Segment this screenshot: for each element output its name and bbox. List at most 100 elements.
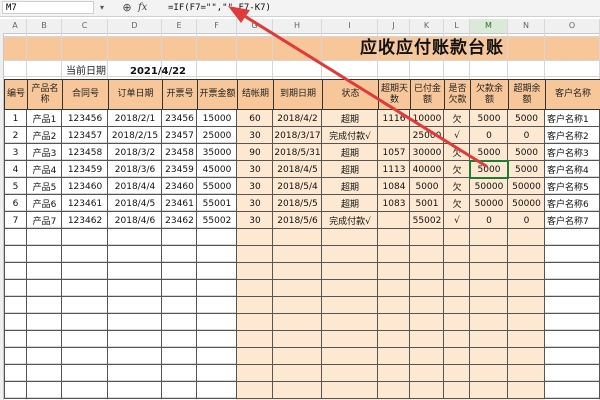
table-cell[interactable]: 23458 (162, 144, 197, 161)
table-cell[interactable]: 55000 (197, 178, 237, 195)
table-cell[interactable]: 4 (4, 161, 27, 178)
column-header-g[interactable]: G (237, 19, 273, 33)
grid-cell[interactable] (237, 37, 273, 61)
table-cell[interactable]: 50000 (508, 178, 545, 195)
table-cell[interactable]: 30 (237, 195, 273, 212)
grid-cell[interactable] (470, 61, 508, 77)
column-header-b[interactable]: B (27, 19, 62, 33)
table-cell[interactable]: 5 (4, 178, 27, 195)
table-cell[interactable]: 完成付款√ (322, 127, 378, 144)
grid-cell[interactable] (197, 37, 237, 61)
table-cell[interactable]: 35000 (197, 144, 237, 161)
table-cell[interactable]: 产品5 (27, 178, 62, 195)
table-cell[interactable]: 完成付款√ (322, 212, 378, 229)
table-cell[interactable]: 23460 (162, 178, 197, 195)
table-cell[interactable]: 0 (470, 212, 508, 229)
column-header-l[interactable]: L (444, 19, 470, 33)
table-cell[interactable]: 55002 (410, 212, 444, 229)
table-cell[interactable]: 123460 (62, 178, 108, 195)
table-cell[interactable]: 2018/5/4 (273, 178, 322, 195)
table-cell[interactable]: 2018/2/1 (108, 110, 162, 127)
column-header-n[interactable]: N (508, 19, 545, 33)
table-cell[interactable]: 23456 (162, 110, 197, 127)
table-cell[interactable] (378, 212, 410, 229)
table-cell[interactable]: 2018/5/31 (273, 144, 322, 161)
table-cell[interactable]: 产品6 (27, 195, 62, 212)
table-cell[interactable]: 产品4 (27, 161, 62, 178)
name-box-dropdown-icon[interactable]: ▾ (97, 1, 107, 15)
table-cell[interactable]: 2018/3/17 (273, 127, 322, 144)
table-cell[interactable]: 6 (4, 195, 27, 212)
table-cell[interactable]: 2018/4/4 (108, 178, 162, 195)
table-cell[interactable]: 产品1 (27, 110, 62, 127)
table-cell[interactable]: 30 (237, 212, 273, 229)
table-cell[interactable]: 123461 (62, 195, 108, 212)
column-header-h[interactable]: H (273, 19, 322, 33)
table-cell[interactable]: 1113 (378, 161, 410, 178)
table-cell[interactable]: 产品2 (27, 127, 62, 144)
table-cell[interactable]: 欠 (444, 195, 470, 212)
table-cell[interactable]: 23459 (162, 161, 197, 178)
table-cell[interactable]: 55001 (197, 195, 237, 212)
column-header-m[interactable]: M (470, 19, 508, 33)
table-cell[interactable]: 50000 (470, 195, 508, 212)
grid-cell[interactable] (27, 37, 62, 61)
grid-cell[interactable] (62, 37, 108, 61)
table-cell[interactable]: 2 (4, 127, 27, 144)
column-header-j[interactable]: J (378, 19, 410, 33)
table-cell[interactable]: 50000 (470, 178, 508, 195)
active-cell[interactable] (469, 160, 509, 179)
table-cell[interactable]: 客户名称2 (545, 127, 600, 144)
table-cell[interactable]: 欠 (444, 110, 470, 127)
table-cell[interactable]: 产品7 (27, 212, 62, 229)
table-cell[interactable]: 超期 (322, 161, 378, 178)
table-cell[interactable]: 产品3 (27, 144, 62, 161)
table-cell[interactable]: 15000 (197, 110, 237, 127)
table-cell[interactable]: 1057 (378, 144, 410, 161)
table-cell[interactable]: 5000 (508, 161, 545, 178)
grid-cell[interactable] (410, 61, 444, 77)
table-cell[interactable]: √ (444, 127, 470, 144)
table-cell[interactable]: 60 (237, 110, 273, 127)
table-cell[interactable]: 5001 (410, 195, 444, 212)
table-cell[interactable]: 超期 (322, 195, 378, 212)
name-box[interactable]: M7 (2, 1, 94, 14)
table-cell[interactable]: 2018/4/5 (108, 195, 162, 212)
table-cell[interactable]: 7 (4, 212, 27, 229)
table-cell[interactable]: 1084 (378, 178, 410, 195)
table-cell[interactable] (378, 127, 410, 144)
grid-cell[interactable] (4, 61, 27, 77)
table-cell[interactable]: 1083 (378, 195, 410, 212)
table-cell[interactable]: 25000 (410, 127, 444, 144)
table-cell[interactable]: 超期 (322, 110, 378, 127)
table-cell[interactable]: 2018/2/15 (108, 127, 162, 144)
grid-cell[interactable] (237, 61, 273, 77)
grid-cell[interactable] (108, 37, 162, 61)
table-cell[interactable]: 客户名称1 (545, 110, 600, 127)
table-cell[interactable]: 2018/3/6 (108, 161, 162, 178)
table-cell[interactable]: 123459 (62, 161, 108, 178)
column-header-e[interactable]: E (162, 19, 197, 33)
table-cell[interactable]: 40000 (410, 161, 444, 178)
table-cell[interactable]: 客户名称7 (545, 212, 600, 229)
grid-cell[interactable] (4, 37, 27, 61)
column-header-c[interactable]: C (62, 19, 108, 33)
grid-cell[interactable] (545, 61, 600, 77)
table-cell[interactable]: 欠 (444, 161, 470, 178)
grid-cell[interactable] (444, 61, 470, 77)
table-cell[interactable]: 0 (508, 212, 545, 229)
table-cell[interactable]: 123458 (62, 144, 108, 161)
table-cell[interactable]: 5000 (470, 110, 508, 127)
column-header-i[interactable]: I (322, 19, 378, 33)
table-cell[interactable]: √ (444, 212, 470, 229)
table-cell[interactable]: 30 (237, 178, 273, 195)
table-cell[interactable]: 客户名称6 (545, 195, 600, 212)
column-header-o[interactable]: O (545, 19, 600, 33)
table-cell[interactable]: 2018/5/6 (273, 212, 322, 229)
table-cell[interactable]: 23461 (162, 195, 197, 212)
fx-icon[interactable]: fx (138, 0, 154, 16)
table-cell[interactable]: 30 (237, 161, 273, 178)
table-cell[interactable]: 2018/4/5 (273, 161, 322, 178)
column-header-d[interactable]: D (108, 19, 162, 33)
grid-cell[interactable] (273, 37, 322, 61)
